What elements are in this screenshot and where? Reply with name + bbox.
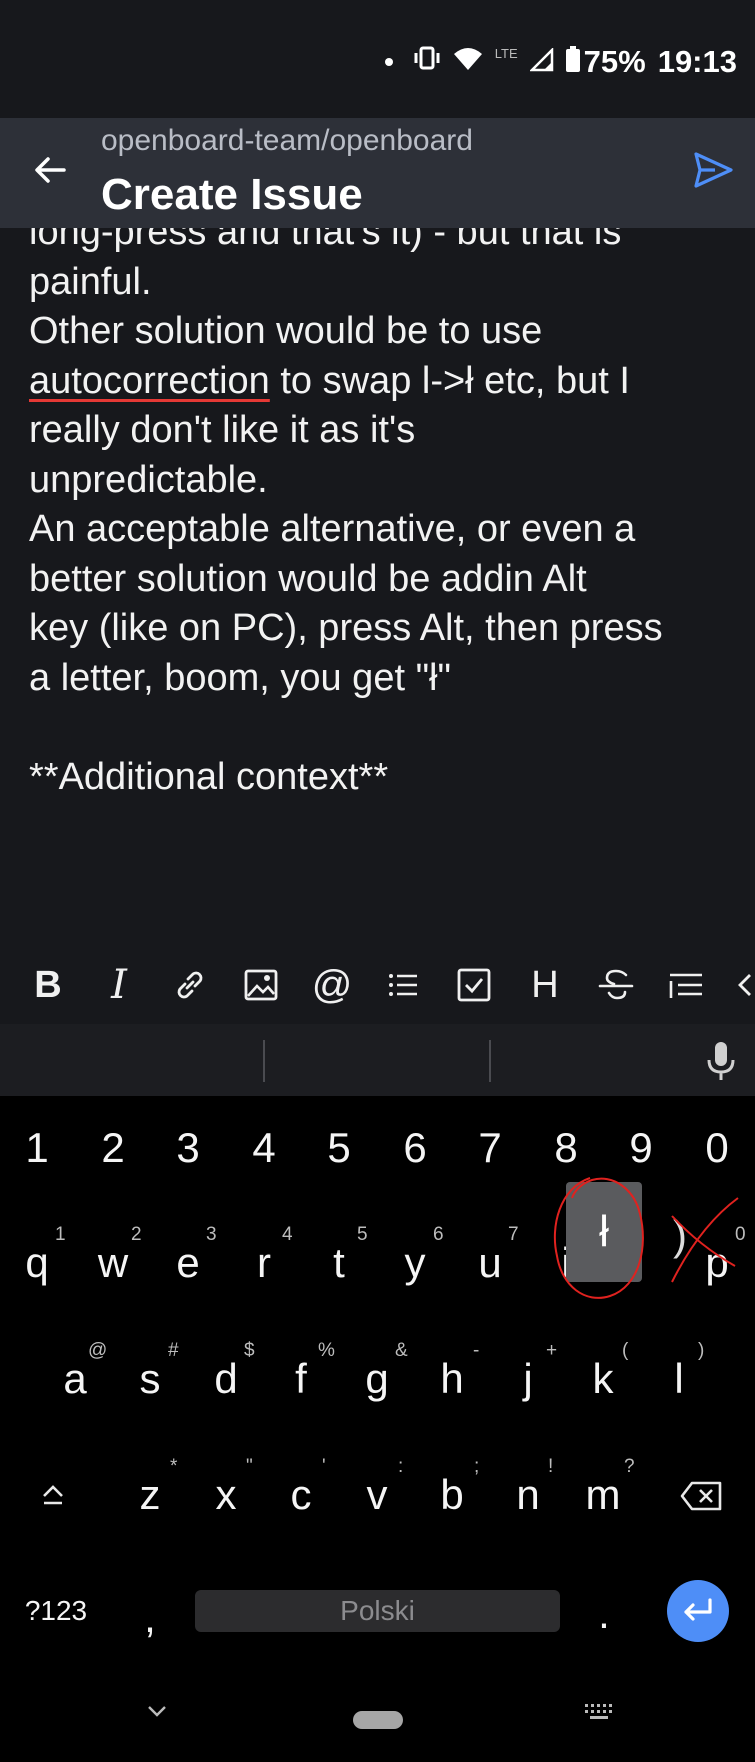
app-bar: openboard-team/openboard Create Issue (0, 118, 755, 228)
battery-icon (565, 44, 580, 80)
status-icons: LTE 75% 19:13 (384, 44, 737, 80)
body-line: long-press and that's it) - but that is (29, 228, 622, 253)
strikethrough-icon[interactable] (594, 963, 638, 1007)
issue-body-text: long-press and that's it) - but that is … (29, 228, 734, 802)
red-annotation (553, 1177, 739, 1299)
body-line: key (like on PC), press Alt, then press (29, 607, 663, 649)
clock: 19:13 (657, 44, 737, 79)
chevron-left-icon[interactable] (730, 963, 755, 1007)
back-arrow-icon[interactable] (28, 148, 72, 192)
vibrate-icon (413, 44, 441, 80)
send-icon[interactable] (691, 148, 735, 192)
body-line: **Additional context** (29, 755, 389, 798)
heading-icon[interactable]: H (523, 963, 567, 1007)
body-line: a letter, boom, you get "ł" (29, 656, 451, 699)
body-line: autocorrection to swap l->ł etc, but I (29, 357, 734, 407)
image-icon[interactable] (239, 963, 283, 1007)
bullet-list-icon[interactable] (381, 963, 425, 1007)
lte-label: LTE (494, 45, 518, 61)
microphone-icon[interactable] (705, 1040, 737, 1082)
suggestion-divider (489, 1040, 491, 1082)
body-line: better solution would be addin Alt (29, 557, 587, 600)
body-line: painful. (29, 260, 152, 303)
suggestion-divider (263, 1040, 265, 1082)
battery-percent: 75% (583, 44, 646, 79)
numbered-list-icon[interactable] (664, 963, 708, 1007)
body-line (29, 703, 734, 753)
body-line: unpredictable. (29, 458, 268, 501)
navigation-bar (0, 1673, 755, 1762)
body-line: An acceptable alternative, or even a (29, 508, 636, 550)
body-line-rest: to swap l->ł etc, but I (269, 359, 630, 402)
home-pill[interactable] (353, 1711, 403, 1729)
bold-icon[interactable]: B (26, 963, 70, 1007)
checkbox-icon[interactable] (452, 963, 496, 1007)
wifi-icon (453, 44, 483, 80)
suggestion-strip (0, 1024, 755, 1096)
italic-icon[interactable]: I (97, 962, 141, 1008)
keyboard: 1 2 3 4 5 6 7 8 9 0 q w e r t y u i p 1 … (0, 1096, 755, 1673)
chevron-down-icon[interactable] (146, 1703, 168, 1724)
mention-icon[interactable]: @ (310, 963, 354, 1007)
cell-signal-icon (528, 44, 554, 80)
notification-dot-icon (384, 58, 393, 66)
body-line: really don't like it as it's (29, 409, 416, 451)
body-line: Other solution would be to use (29, 310, 543, 352)
issue-body-editor[interactable]: long-press and that's it) - but that is … (0, 228, 755, 946)
page-title: Create Issue (101, 170, 363, 219)
status-bar: LTE 75% 19:13 (0, 0, 755, 118)
markdown-toolbar: B I @ H (0, 946, 755, 1024)
repo-name: openboard-team/openboard (101, 124, 473, 157)
keyboard-switch-icon[interactable] (584, 1703, 614, 1726)
misspelled-word[interactable]: autocorrection (29, 360, 270, 402)
link-icon[interactable] (168, 963, 212, 1007)
